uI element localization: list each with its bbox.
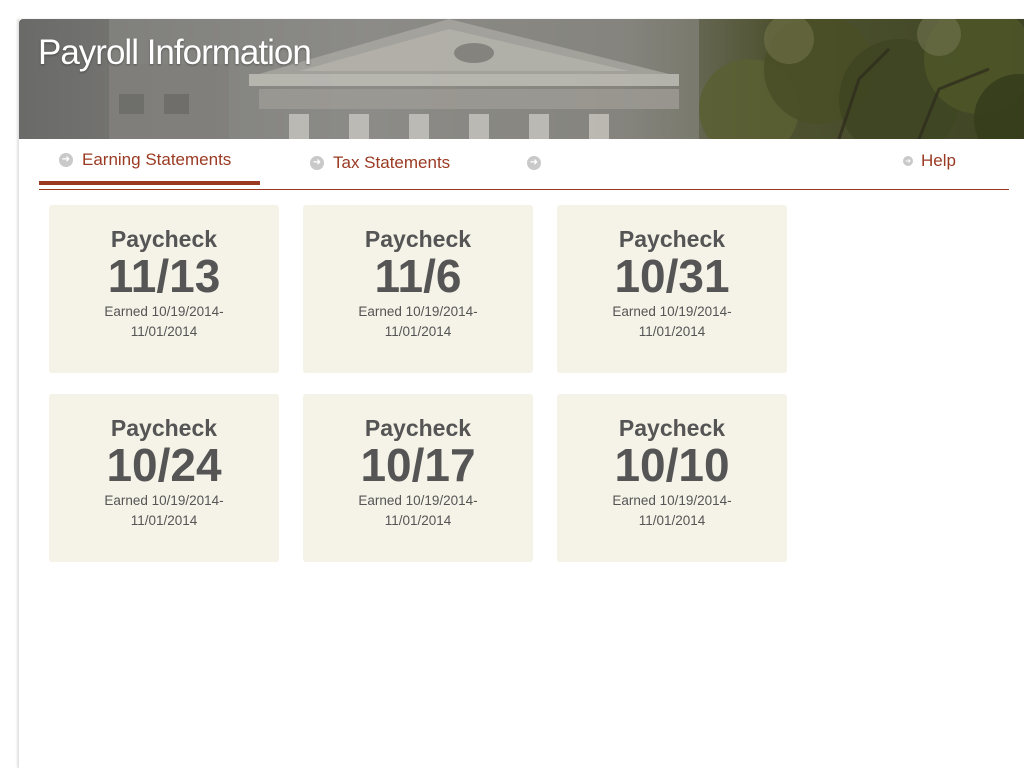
arrow-circle-right-icon: ➜	[59, 153, 73, 167]
paycheck-date: 11/13	[107, 250, 221, 302]
header-banner: Payroll Information	[19, 19, 1024, 139]
paycheck-card[interactable]: Paycheck 11/13 Earned 10/19/2014-11/01/2…	[49, 205, 279, 373]
earned-period: Earned 10/19/2014-11/01/2014	[104, 304, 224, 339]
paycheck-card[interactable]: Paycheck 10/17 Earned 10/19/2014-11/01/2…	[303, 394, 533, 562]
paycheck-label: Paycheck	[618, 415, 726, 441]
tab-tax-statements[interactable]: ➜ Tax Statements	[310, 139, 450, 187]
tab-earning-label: Earning Statements	[82, 150, 232, 169]
earned-period: Earned 10/19/2014-11/01/2014	[104, 493, 224, 528]
paycheck-card[interactable]: Paycheck 10/10 Earned 10/19/2014-11/01/2…	[557, 394, 787, 562]
paycheck-label: Paycheck	[364, 415, 472, 441]
help-link[interactable]: ➜ Help	[903, 139, 956, 183]
tree-banner-image	[699, 19, 1024, 139]
earned-period: Earned 10/19/2014-11/01/2014	[358, 304, 478, 339]
paycheck-date: 10/10	[614, 439, 730, 491]
statement-tabs: ➜ Earning Statements ➜ Tax Statements ➜ …	[39, 139, 1009, 190]
paycheck-label: Paycheck	[110, 415, 218, 441]
tab-more[interactable]: ➜	[527, 139, 550, 187]
earned-period: Earned 10/19/2014-11/01/2014	[612, 493, 732, 528]
tab-tax-label: Tax Statements	[333, 153, 451, 172]
paycheck-card[interactable]: Paycheck 10/31 Earned 10/19/2014-11/01/2…	[557, 205, 787, 373]
arrow-circle-right-icon: ➜	[903, 156, 913, 166]
earned-period: Earned 10/19/2014-11/01/2014	[358, 493, 478, 528]
arrow-circle-right-icon: ➜	[527, 156, 541, 170]
paycheck-label: Paycheck	[618, 226, 726, 252]
paycheck-date: 10/24	[106, 439, 222, 491]
help-label: Help	[921, 151, 956, 170]
paycheck-label: Paycheck	[364, 226, 472, 252]
arrow-circle-right-icon: ➜	[310, 156, 324, 170]
paycheck-card[interactable]: Paycheck 10/24 Earned 10/19/2014-11/01/2…	[49, 394, 279, 562]
tab-earning-statements[interactable]: ➜ Earning Statements	[39, 139, 260, 185]
paycheck-date: 11/6	[374, 250, 462, 302]
page-title: Payroll Information	[38, 33, 312, 72]
paycheck-card[interactable]: Paycheck 11/6 Earned 10/19/2014-11/01/20…	[303, 205, 533, 373]
earned-period: Earned 10/19/2014-11/01/2014	[612, 304, 732, 339]
paycheck-date: 10/17	[360, 439, 476, 491]
page-container: Payroll Information ➜ Earning Statements…	[18, 19, 1024, 768]
paycheck-date: 10/31	[614, 250, 730, 302]
paycheck-label: Paycheck	[110, 226, 218, 252]
